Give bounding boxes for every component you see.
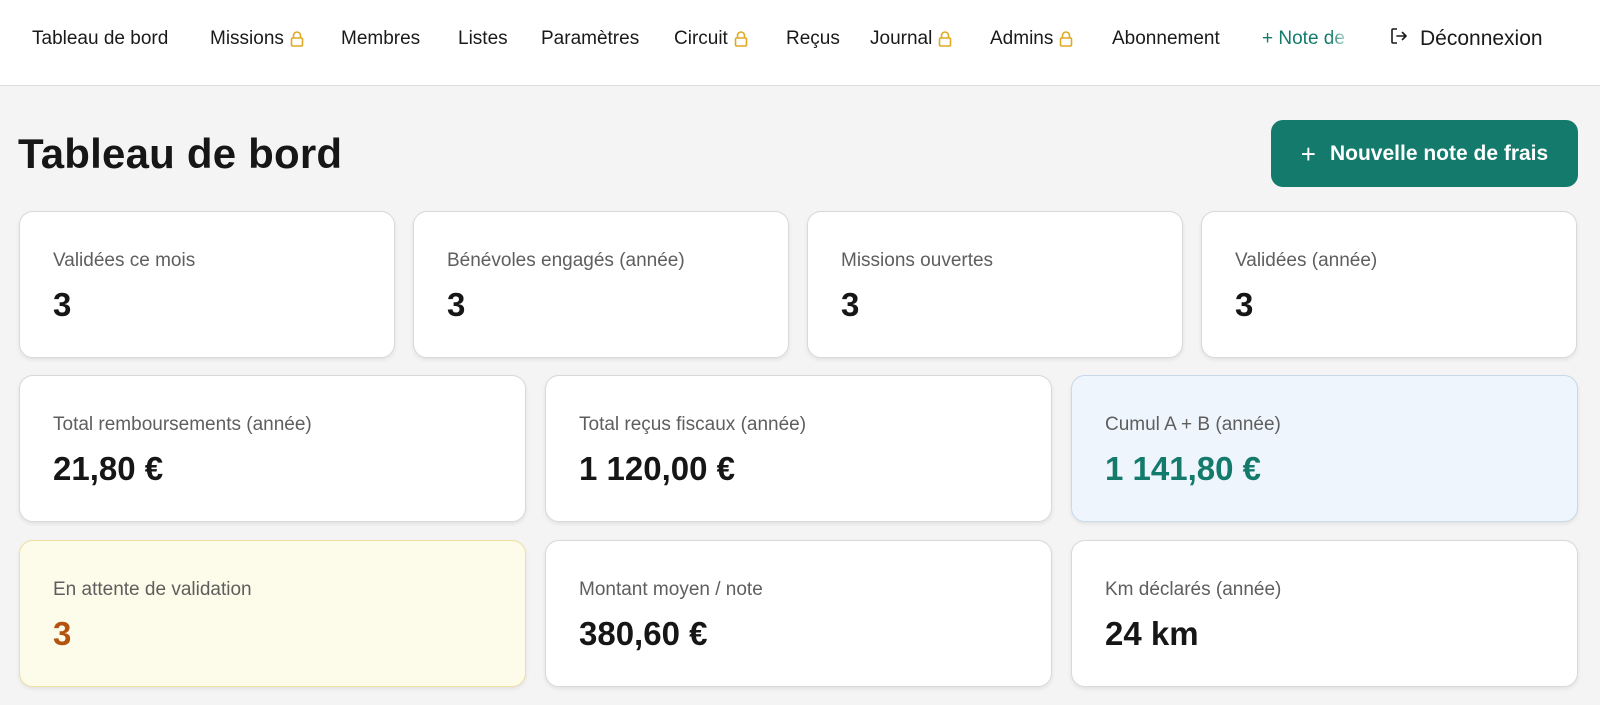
nav-item-label: Journal [870, 28, 933, 49]
stat-card-benevoles-engages: Bénévoles engagés (année) 3 [413, 211, 789, 358]
nav-item-membres[interactable]: Membres [341, 28, 420, 50]
nav-item-parametres[interactable]: Paramètres [541, 28, 639, 50]
stat-label: Missions ouvertes [841, 250, 994, 271]
nav-item-label: Tableau de bord [32, 28, 169, 49]
stat-label: Validées (année) [1235, 250, 1378, 271]
stat-label: Bénévoles engagés (année) [447, 250, 685, 271]
nav-item-label: Missions [210, 28, 284, 49]
top-navigation: Tableau de bord Missions Membres Listes … [0, 0, 1600, 86]
nav-item-abonnement[interactable]: Abonnement [1112, 28, 1220, 50]
lock-icon [290, 31, 304, 47]
stat-value: 24 km [1105, 615, 1199, 652]
nav-item-recus[interactable]: Reçus [786, 28, 840, 50]
nav-item-label: Circuit [674, 28, 728, 49]
stat-card-total-recus-fiscaux: Total reçus fiscaux (année) 1 120,00 € [545, 375, 1052, 522]
nav-item-label: Membres [341, 28, 421, 49]
nav-item-tableau-de-bord[interactable]: Tableau de bord [32, 28, 168, 50]
logout-label: Déconnexion [1420, 27, 1543, 50]
stat-value: 3 [53, 615, 72, 652]
stat-label: Montant moyen / note [579, 579, 763, 600]
nav-item-listes[interactable]: Listes [458, 28, 508, 50]
nav-item-admins[interactable]: Admins [990, 28, 1073, 50]
stat-label: Total remboursements (année) [53, 414, 312, 435]
lock-icon [1059, 31, 1073, 47]
nav-item-circuit[interactable]: Circuit [674, 28, 748, 50]
stat-value: 380,60 € [579, 615, 708, 652]
stat-label: Cumul A + B (année) [1105, 414, 1281, 435]
stat-card-cumul-a-b: Cumul A + B (année) 1 141,80 € [1071, 375, 1578, 522]
stat-card-validees-ce-mois: Validées ce mois 3 [19, 211, 395, 358]
nav-item-new-note[interactable]: + Note de [1262, 28, 1352, 54]
nav-item-label: Abonnement [1112, 28, 1220, 49]
stat-value: 3 [1235, 286, 1254, 323]
stat-value: 1 141,80 € [1105, 450, 1261, 487]
stat-value: 21,80 € [53, 450, 164, 487]
stat-value: 3 [841, 286, 860, 323]
stat-label: Total reçus fiscaux (année) [579, 414, 807, 435]
stat-value: 3 [447, 286, 466, 323]
stat-card-total-remboursements: Total remboursements (année) 21,80 € [19, 375, 526, 522]
stat-value: 3 [53, 286, 72, 323]
stat-card-montant-moyen: Montant moyen / note 380,60 € [545, 540, 1052, 687]
nav-overflow-fade [1330, 28, 1352, 54]
stat-card-missions-ouvertes: Missions ouvertes 3 [807, 211, 1183, 358]
nav-item-label: Paramètres [541, 28, 640, 49]
stat-card-en-attente: En attente de validation 3 [19, 540, 526, 687]
page-title: Tableau de bord [18, 130, 343, 177]
logout-icon [1390, 27, 1408, 51]
logout-button[interactable]: Déconnexion [1390, 27, 1543, 51]
lock-icon [734, 31, 748, 47]
stat-label: Km déclarés (année) [1105, 579, 1282, 600]
new-expense-note-button[interactable]: + Nouvelle note de frais [1271, 120, 1578, 187]
nav-item-missions[interactable]: Missions [210, 28, 304, 50]
stat-label: En attente de validation [53, 579, 252, 600]
nav-item-label: Admins [990, 28, 1054, 49]
plus-icon: + [1300, 138, 1316, 169]
stat-card-km-declares: Km déclarés (année) 24 km [1071, 540, 1578, 687]
stat-label: Validées ce mois [53, 250, 196, 271]
new-expense-note-label: Nouvelle note de frais [1329, 141, 1549, 165]
stat-card-validees-annee: Validées (année) 3 [1201, 211, 1577, 358]
nav-item-label: Listes [458, 28, 508, 49]
nav-item-journal[interactable]: Journal [870, 28, 952, 50]
lock-icon [938, 31, 952, 47]
stat-value: 1 120,00 € [579, 450, 735, 487]
nav-item-label: Reçus [786, 28, 840, 49]
